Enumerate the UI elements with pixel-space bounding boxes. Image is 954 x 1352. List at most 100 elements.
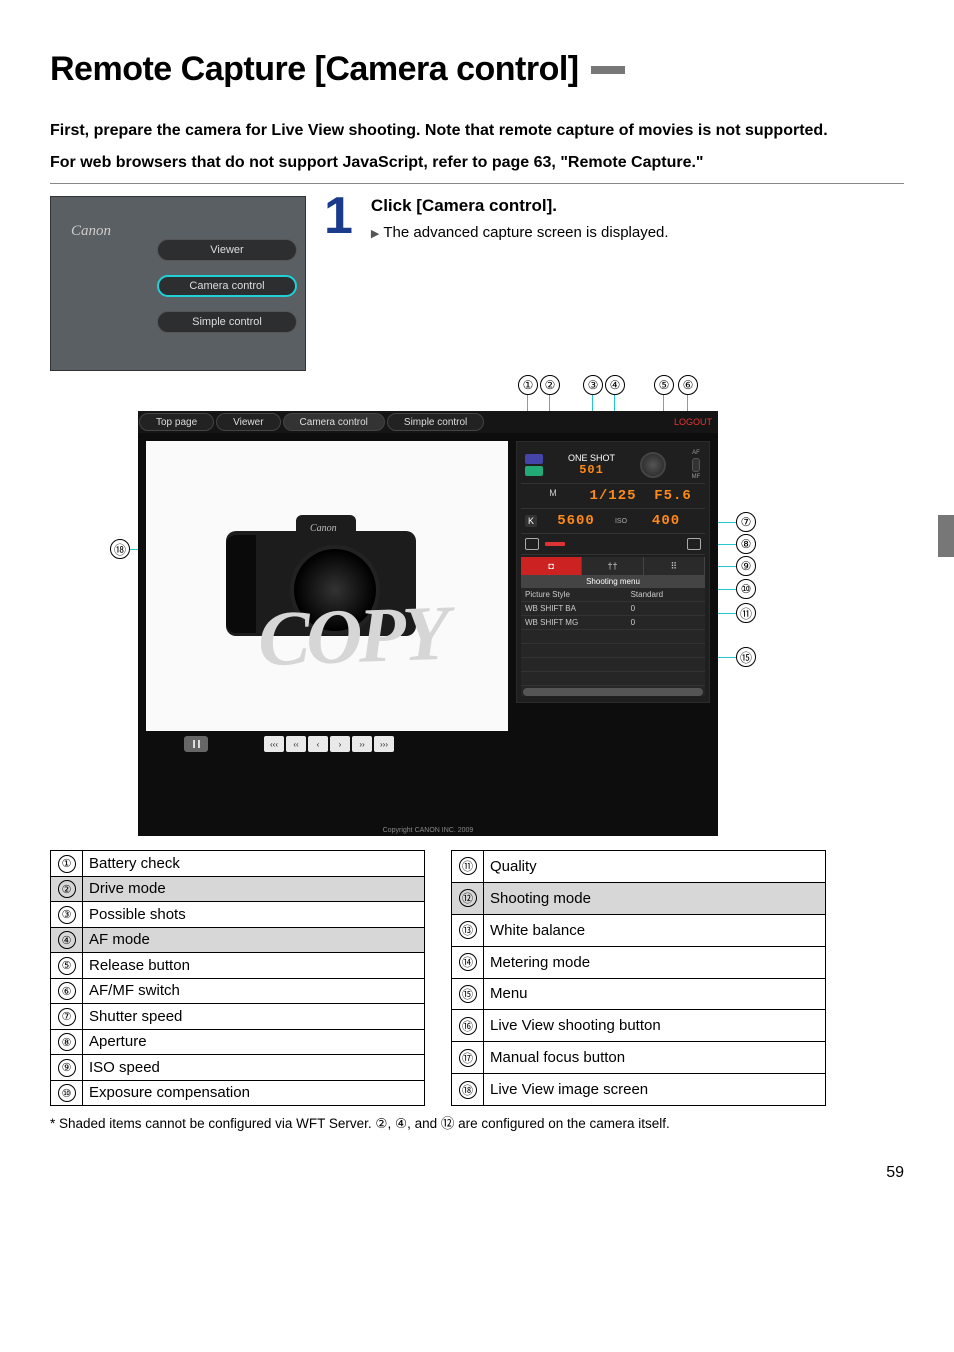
focus-near-2[interactable]: ››	[352, 736, 372, 752]
callout-6: ⑥	[678, 375, 698, 395]
legend-row: ②Drive mode	[51, 876, 425, 902]
possible-shots-value: 501	[568, 463, 615, 477]
main-screenshot: Top page Viewer Camera control Simple co…	[138, 411, 718, 836]
af-mode-value: ONE SHOT	[568, 453, 615, 463]
legend-text: Shooting mode	[484, 882, 826, 914]
shooting-menu-title: Shooting menu	[521, 575, 705, 588]
focus-near-3[interactable]: ›››	[374, 736, 394, 752]
live-view-pause-button[interactable]	[184, 736, 208, 752]
tab-viewer[interactable]: Viewer	[216, 413, 280, 431]
menu-item-wb-shift-mg[interactable]: WB SHIFT MG 0	[521, 616, 705, 630]
legend-index: ⑮	[452, 978, 484, 1010]
af-mf-switch[interactable]: AF MF	[691, 450, 701, 480]
tab-simple-control[interactable]: Simple control	[387, 413, 484, 431]
menu-tab-2[interactable]: ††	[582, 557, 643, 575]
legend-text: Live View image screen	[484, 1074, 826, 1106]
step-bullet-text: The advanced capture screen is displayed…	[383, 224, 668, 241]
focus-far-2[interactable]: ‹‹	[286, 736, 306, 752]
legend-index: ④	[51, 927, 83, 953]
tab-camera-control[interactable]: Camera control	[283, 413, 385, 431]
thumbnail-simple-control-button[interactable]: Simple control	[157, 311, 297, 333]
legend-text: Metering mode	[484, 946, 826, 978]
menu-item-value: Standard	[631, 590, 663, 599]
step-thumbnail: Canon Viewer Camera control Simple contr…	[50, 196, 306, 371]
thumbnail-brand-text: Canon	[71, 223, 111, 240]
legend-row: ⑰Manual focus button	[452, 1042, 826, 1074]
callout-11: ⑪	[736, 603, 756, 623]
legend-index: ⑬	[452, 914, 484, 946]
menu-item-picture-style[interactable]: Picture Style Standard	[521, 588, 705, 602]
legend-index: ⑦	[51, 1004, 83, 1030]
af-label: AF	[692, 450, 700, 456]
aperture-value[interactable]: F5.6	[645, 488, 701, 504]
control-panel: ONE SHOT 501 AF MF M 1/125 F5.6	[516, 441, 710, 703]
thumbnail-viewer-button[interactable]: Viewer	[157, 239, 297, 261]
legend-text: AF mode	[83, 927, 425, 953]
legend-row: ⑥AF/MF switch	[51, 978, 425, 1004]
legend-index: ⑨	[51, 1055, 83, 1081]
legend-text: Possible shots	[83, 902, 425, 928]
menu-item-label: WB SHIFT BA	[525, 604, 631, 613]
legend-table-right: ⑪Quality⑫Shooting mode⑬White balance⑭Met…	[451, 850, 826, 1106]
legend-text: ISO speed	[83, 1055, 425, 1081]
legend-row: ⑯Live View shooting button	[452, 1010, 826, 1042]
tab-top-page[interactable]: Top page	[139, 413, 214, 431]
legend-row: ⑨ISO speed	[51, 1055, 425, 1081]
legend-text: Exposure compensation	[83, 1080, 425, 1106]
exposure-comp-indicator[interactable]	[545, 542, 565, 546]
callout-5: ⑤	[654, 375, 674, 395]
menu-scrollbar[interactable]	[523, 688, 703, 696]
legend-index: ⑱	[452, 1074, 484, 1106]
legend-index: ⑤	[51, 953, 83, 979]
legend-text: Release button	[83, 953, 425, 979]
legend-text: Aperture	[83, 1029, 425, 1055]
legend-table-left: ①Battery check②Drive mode③Possible shots…	[50, 850, 425, 1106]
legend-row: ⑱Live View image screen	[452, 1074, 826, 1106]
legend-row: ①Battery check	[51, 851, 425, 877]
menu-item-value: 0	[631, 604, 635, 613]
callout-10: ⑩	[736, 579, 756, 599]
shutter-speed-value[interactable]: 1/125	[585, 488, 641, 504]
menu-item-value: 0	[631, 618, 635, 627]
legend-index: ⑰	[452, 1042, 484, 1074]
white-balance-value[interactable]: 5600	[541, 513, 611, 529]
mf-label: MF	[692, 474, 701, 480]
legend-index: ②	[51, 876, 83, 902]
focus-far-1[interactable]: ‹	[308, 736, 328, 752]
legend-index: ⑯	[452, 1010, 484, 1042]
iso-value[interactable]: 400	[631, 513, 701, 529]
legend-index: ③	[51, 902, 83, 928]
legend-row: ⑮Menu	[452, 978, 826, 1010]
callout-7: ⑦	[736, 512, 756, 532]
legend-index: ⑩	[51, 1080, 83, 1106]
focus-near-1[interactable]: ›	[330, 736, 350, 752]
wb-k-badge: K	[525, 515, 537, 527]
menu-item-wb-shift-ba[interactable]: WB SHIFT BA 0	[521, 602, 705, 616]
legend-index: ⑫	[452, 882, 484, 914]
metering-mode-icon[interactable]	[525, 538, 539, 550]
menu-tab-camera-icon[interactable]: ◘	[521, 557, 582, 575]
page-title: Remote Capture [Camera control]	[50, 50, 579, 89]
legend-row: ⑧Aperture	[51, 1029, 425, 1055]
focus-far-3[interactable]: ‹‹‹	[264, 736, 284, 752]
logout-link[interactable]: LOGOUT	[674, 417, 712, 427]
legend-text: Drive mode	[83, 876, 425, 902]
legend-text: White balance	[484, 914, 826, 946]
legend-index: ①	[51, 851, 83, 877]
legend-text: Live View shooting button	[484, 1010, 826, 1042]
legend-row: ⑦Shutter speed	[51, 1004, 425, 1030]
callout-3: ③	[583, 375, 603, 395]
quality-icon[interactable]	[687, 538, 701, 550]
legend-text: Battery check	[83, 851, 425, 877]
legend-text: Manual focus button	[484, 1042, 826, 1074]
intro-paragraph-2: For web browsers that do not support Jav…	[50, 151, 904, 175]
battery-icon	[525, 466, 543, 476]
release-button[interactable]	[640, 452, 666, 478]
footnote: * Shaded items cannot be configured via …	[50, 1112, 904, 1132]
callout-4: ④	[605, 375, 625, 395]
thumbnail-camera-control-button[interactable]: Camera control	[157, 275, 297, 297]
legend-row: ④AF mode	[51, 927, 425, 953]
step-number: 1	[324, 196, 353, 238]
callout-2: ②	[540, 375, 560, 395]
menu-tab-3[interactable]: ⠿	[644, 557, 705, 575]
